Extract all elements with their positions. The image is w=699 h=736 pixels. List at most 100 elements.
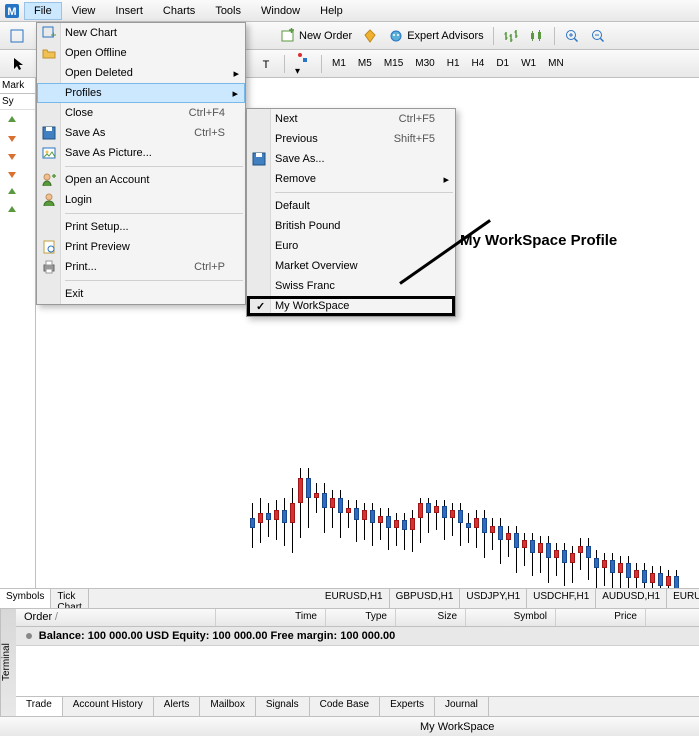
menu-view[interactable]: View <box>62 2 106 20</box>
label: Market Overview <box>275 260 358 272</box>
up-arrow-icon <box>6 204 18 216</box>
menu-file[interactable]: File <box>24 2 62 20</box>
checkmark-icon: ✓ <box>256 300 265 313</box>
profiles-previous[interactable]: Previous Shift+F5 <box>247 129 455 149</box>
menu-print-preview[interactable]: Print Preview <box>37 237 245 257</box>
profiles-my-workspace[interactable]: ✓ My WorkSpace <box>247 296 455 316</box>
symbol-row[interactable] <box>0 132 35 150</box>
label: Next <box>275 113 298 125</box>
symbol-row[interactable] <box>0 114 35 132</box>
profiles-default[interactable]: Default <box>247 196 455 216</box>
toolbar-diamond-btn[interactable] <box>358 26 382 46</box>
separator <box>493 27 494 45</box>
bottom-tabs: Symbols Tick Chart EURUSD,H1 GBPUSD,H1 U… <box>0 588 699 608</box>
tf-m1[interactable]: M1 <box>327 56 351 71</box>
terminal-tab-trade[interactable]: Trade <box>16 697 63 716</box>
th-order[interactable]: Order / <box>16 609 216 626</box>
menu-login[interactable]: Login <box>37 190 245 210</box>
tf-m5[interactable]: M5 <box>353 56 377 71</box>
tf-w1[interactable]: W1 <box>516 56 541 71</box>
terminal-tab-mailbox[interactable]: Mailbox <box>200 697 255 716</box>
profiles-british-pound[interactable]: British Pound <box>247 216 455 236</box>
label: Open Offline <box>65 47 127 59</box>
profiles-next[interactable]: Next Ctrl+F5 <box>247 109 455 129</box>
tf-m15[interactable]: M15 <box>379 56 408 71</box>
th-type[interactable]: Type <box>326 609 396 626</box>
menu-save-as[interactable]: Save As Ctrl+S <box>37 123 245 143</box>
chart-tab-eurusd[interactable]: EURUSD,H1 <box>319 589 390 608</box>
profiles-save-as[interactable]: Save As... <box>247 149 455 169</box>
menu-exit[interactable]: Exit <box>37 284 245 304</box>
th-symbol[interactable]: Symbol <box>466 609 556 626</box>
profiles-euro[interactable]: Euro <box>247 236 455 256</box>
th-time[interactable]: Time <box>216 609 326 626</box>
chart-icon <box>9 28 25 44</box>
profiles-submenu: Next Ctrl+F5 Previous Shift+F5 Save As..… <box>246 108 456 317</box>
zoom-out-button[interactable] <box>586 26 610 46</box>
tab-symbols[interactable]: Symbols <box>0 589 51 609</box>
up-arrow-icon <box>6 186 18 198</box>
menu-new-chart[interactable]: New Chart <box>37 23 245 43</box>
menu-charts[interactable]: Charts <box>153 2 205 20</box>
symbol-row[interactable] <box>0 186 35 204</box>
market-title: Mark <box>0 78 35 94</box>
tab-tick-chart[interactable]: Tick Chart <box>51 589 88 608</box>
symbol-row[interactable] <box>0 150 35 168</box>
text-btn[interactable]: T <box>253 54 279 74</box>
tf-h4[interactable]: H4 <box>467 56 490 71</box>
menu-separator <box>65 213 243 214</box>
person-plus-icon <box>41 172 57 188</box>
menu-window[interactable]: Window <box>251 2 310 20</box>
chart-tab-usdchf[interactable]: USDCHF,H1 <box>527 589 596 608</box>
cursor-icon <box>10 56 26 72</box>
chart-tab-audusd[interactable]: AUDUSD,H1 <box>596 589 667 608</box>
th-price[interactable]: Price <box>556 609 646 626</box>
chart-tab-overflow[interactable]: EURUS... <box>667 589 699 608</box>
label: Previous <box>275 133 318 145</box>
down-arrow-icon <box>6 132 18 144</box>
menu-profiles[interactable]: Profiles ▸ <box>37 83 245 103</box>
label: Login <box>65 194 92 206</box>
symbol-row[interactable] <box>0 168 35 186</box>
candlestick-chart[interactable] <box>250 398 690 598</box>
menu-open-account[interactable]: Open an Account <box>37 170 245 190</box>
submenu-arrow-icon: ▸ <box>443 173 449 186</box>
menu-print[interactable]: Print... Ctrl+P <box>37 257 245 277</box>
toolbar-btn-1[interactable] <box>5 26 29 46</box>
menu-open-offline[interactable]: Open Offline <box>37 43 245 63</box>
terminal-tab-code-base[interactable]: Code Base <box>310 697 380 716</box>
menu-open-deleted[interactable]: Open Deleted ▸ <box>37 63 245 83</box>
symbol-row[interactable] <box>0 204 35 222</box>
terminal-tab-signals[interactable]: Signals <box>256 697 310 716</box>
toolbar-bars-btn[interactable] <box>499 26 523 46</box>
menu-save-as-picture[interactable]: Save As Picture... <box>37 143 245 163</box>
menu-tools[interactable]: Tools <box>205 2 251 20</box>
tf-m30[interactable]: M30 <box>410 56 439 71</box>
menubar: M File View Insert Charts Tools Window H… <box>0 0 699 22</box>
menu-insert[interactable]: Insert <box>105 2 153 20</box>
cursor-btn[interactable] <box>5 54 31 74</box>
profiles-remove[interactable]: Remove ▸ <box>247 169 455 189</box>
new-order-button[interactable]: New Order <box>276 26 356 46</box>
tf-mn[interactable]: MN <box>543 56 569 71</box>
menu-print-setup[interactable]: Print Setup... <box>37 217 245 237</box>
terminal-tab-alerts[interactable]: Alerts <box>154 697 201 716</box>
tf-h1[interactable]: H1 <box>442 56 465 71</box>
terminal-tab-experts[interactable]: Experts <box>380 697 435 716</box>
expert-advisors-button[interactable]: Expert Advisors <box>384 26 487 46</box>
label: Exit <box>65 288 83 300</box>
terminal-tab-journal[interactable]: Journal <box>435 697 489 716</box>
zoom-in-button[interactable] <box>560 26 584 46</box>
th-size[interactable]: Size <box>396 609 466 626</box>
profiles-swiss-franc[interactable]: Swiss Franc <box>247 276 455 296</box>
label: Save As <box>65 127 105 139</box>
chart-tab-gbpusd[interactable]: GBPUSD,H1 <box>390 589 461 608</box>
menu-close[interactable]: Close Ctrl+F4 <box>37 103 245 123</box>
toolbar-candles-btn[interactable] <box>525 26 549 46</box>
shapes-btn[interactable]: ▾ <box>290 48 316 79</box>
menu-help[interactable]: Help <box>310 2 353 20</box>
chart-tab-usdjpy[interactable]: USDJPY,H1 <box>460 589 527 608</box>
tf-d1[interactable]: D1 <box>491 56 514 71</box>
status-profile: My WorkSpace <box>420 721 494 733</box>
terminal-tab-account-history[interactable]: Account History <box>63 697 154 716</box>
